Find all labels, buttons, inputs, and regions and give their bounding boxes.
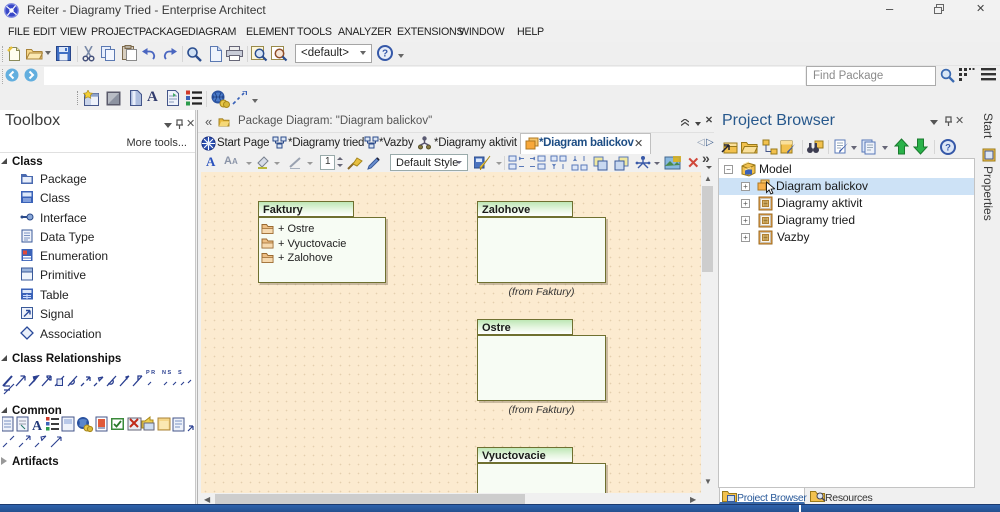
svg-text:?: ? <box>382 49 388 60</box>
svg-text:?: ? <box>945 143 951 154</box>
svg-text:A: A <box>32 419 43 434</box>
svg-text:P R: P R <box>146 370 155 376</box>
svg-text:S: S <box>178 370 182 376</box>
svg-text:N S: N S <box>162 370 172 376</box>
